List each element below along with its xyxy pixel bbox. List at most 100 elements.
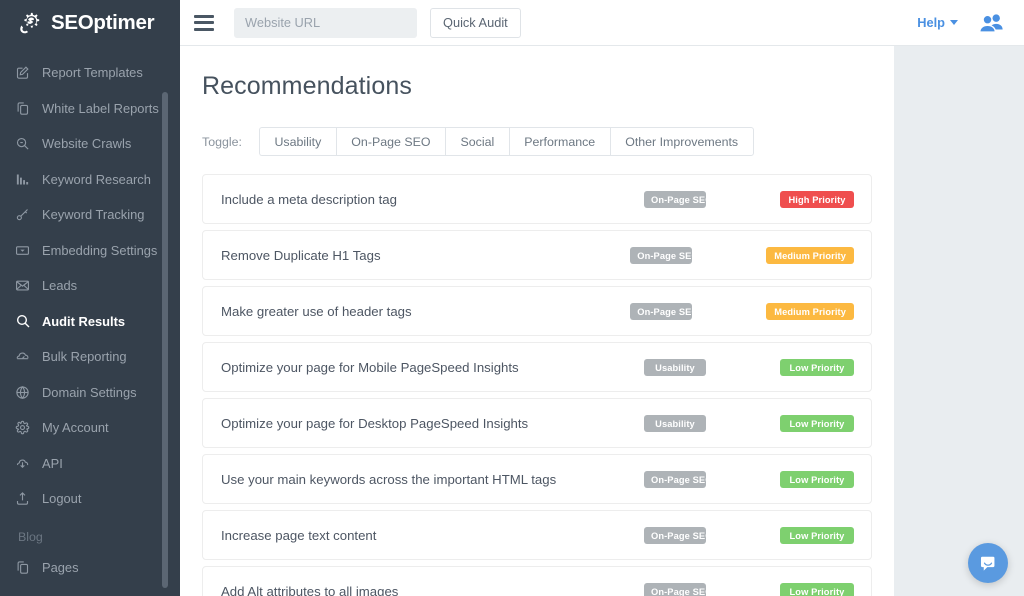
bar-chart-icon xyxy=(14,171,31,188)
table-row[interactable]: Increase page text content On-Page SEO L… xyxy=(202,510,872,560)
envelope-icon xyxy=(14,277,31,294)
toggle-button-group: Usability On-Page SEO Social Performance… xyxy=(259,127,754,156)
sidebar-scrollbar-track[interactable] xyxy=(168,46,174,596)
edit-square-icon xyxy=(14,64,31,81)
sidebar-item-leads[interactable]: Leads xyxy=(0,268,180,304)
status-badge: Low Priority xyxy=(780,583,854,596)
sidebar-item-label: Bulk Reporting xyxy=(42,349,127,364)
sidebar-item-label: Embedding Settings xyxy=(42,243,157,258)
sidebar-item-bulk-reporting[interactable]: Bulk Reporting xyxy=(0,339,180,375)
status-badge: High Priority xyxy=(780,191,854,208)
recommendation-title: Optimize your page for Mobile PageSpeed … xyxy=(221,360,644,375)
sidebar: SEOptimer Report Templates xyxy=(0,0,180,596)
sidebar-item-label: Keyword Research xyxy=(42,172,151,187)
logout-upload-icon xyxy=(14,490,31,507)
recommendations-panel: Recommendations Toggle: Usability On-Pag… xyxy=(180,46,894,596)
sidebar-item-label: Logout xyxy=(42,491,81,506)
sidebar-item-label: API xyxy=(42,456,63,471)
table-row[interactable]: Include a meta description tag On-Page S… xyxy=(202,174,872,224)
toggle-social[interactable]: Social xyxy=(445,127,509,156)
hamburger-icon[interactable] xyxy=(194,12,216,34)
page-title: Recommendations xyxy=(202,72,872,101)
category-badge: On-Page SEO xyxy=(644,527,706,544)
search-circle-icon xyxy=(14,135,31,152)
gear-icon xyxy=(14,419,31,436)
toggle-on-page-seo[interactable]: On-Page SEO xyxy=(336,127,445,156)
top-bar: Quick Audit Help xyxy=(180,0,1024,46)
table-row[interactable]: Optimize your page for Mobile PageSpeed … xyxy=(202,342,872,392)
brand-name: SEOptimer xyxy=(51,13,154,34)
content-gutter xyxy=(894,46,1024,596)
quick-audit-button[interactable]: Quick Audit xyxy=(430,8,521,38)
category-badge: On-Page SEO xyxy=(630,247,692,264)
sidebar-group-blog: Blog xyxy=(0,517,180,550)
table-row[interactable]: Add Alt attributes to all images On-Page… xyxy=(202,566,872,596)
sidebar-item-pages[interactable]: Pages xyxy=(0,550,180,586)
sidebar-item-label: My Account xyxy=(42,420,109,435)
chevron-down-icon xyxy=(950,20,958,25)
copy-pages-icon xyxy=(14,559,31,576)
sidebar-item-logout[interactable]: Logout xyxy=(0,481,180,517)
help-label: Help xyxy=(917,15,945,30)
sidebar-item-embedding-settings[interactable]: Embedding Settings xyxy=(0,233,180,269)
sidebar-item-label: Audit Results xyxy=(42,314,125,329)
main-area: Quick Audit Help Recommenda xyxy=(180,0,1024,596)
sidebar-item-keyword-tracking[interactable]: Keyword Tracking xyxy=(0,197,180,233)
recommendation-title: Optimize your page for Desktop PageSpeed… xyxy=(221,416,644,431)
table-row[interactable]: Use your main keywords across the import… xyxy=(202,454,872,504)
status-badge: Low Priority xyxy=(780,359,854,376)
sidebar-item-domain-settings[interactable]: Domain Settings xyxy=(0,375,180,411)
category-badge: On-Page SEO xyxy=(644,583,706,596)
recommendation-title: Include a meta description tag xyxy=(221,192,644,207)
recommendation-title: Use your main keywords across the import… xyxy=(221,472,644,487)
sidebar-item-website-crawls[interactable]: Website Crawls xyxy=(0,126,180,162)
sidebar-item-my-account[interactable]: My Account xyxy=(0,410,180,446)
toggle-other-improvements[interactable]: Other Improvements xyxy=(610,127,754,156)
sidebar-item-report-templates[interactable]: Report Templates xyxy=(0,55,180,91)
sidebar-item-api[interactable]: API xyxy=(0,446,180,482)
recommendation-title: Make greater use of header tags xyxy=(221,304,630,319)
sidebar-item-white-label-reports[interactable]: White Label Reports xyxy=(0,91,180,127)
sidebar-item-label: Leads xyxy=(42,278,77,293)
copy-pages-icon xyxy=(14,100,31,117)
table-row[interactable]: Remove Duplicate H1 Tags On-Page SEO Med… xyxy=(202,230,872,280)
toggle-label: Toggle: xyxy=(202,135,242,149)
brand-logo[interactable]: SEOptimer xyxy=(0,0,180,46)
recommendation-title: Remove Duplicate H1 Tags xyxy=(221,248,630,263)
key-icon xyxy=(14,206,31,223)
recommendation-title: Increase page text content xyxy=(221,528,644,543)
recommendation-title: Add Alt attributes to all images xyxy=(221,584,644,596)
sidebar-item-keyword-research[interactable]: Keyword Research xyxy=(0,162,180,198)
category-badge: On-Page SEO xyxy=(644,191,706,208)
top-bar-right: Help xyxy=(917,12,1004,34)
search-input[interactable] xyxy=(234,8,417,38)
chat-bubble-icon[interactable] xyxy=(968,543,1008,583)
sidebar-item-label: Keyword Tracking xyxy=(42,207,144,222)
category-badge: Usability xyxy=(644,415,706,432)
sidebar-item-label: Domain Settings xyxy=(42,385,137,400)
globe-icon xyxy=(14,384,31,401)
sidebar-item-label: Pages xyxy=(42,560,79,575)
sidebar-item-label: Report Templates xyxy=(42,65,143,80)
category-badge: On-Page SEO xyxy=(630,303,692,320)
sidebar-scrollbar-thumb[interactable] xyxy=(162,92,168,588)
sidebar-item-audit-results[interactable]: Audit Results xyxy=(0,304,180,340)
help-menu[interactable]: Help xyxy=(917,15,958,30)
status-badge: Medium Priority xyxy=(766,303,854,320)
category-badge: On-Page SEO xyxy=(644,471,706,488)
users-icon[interactable] xyxy=(978,12,1004,34)
category-badge: Usability xyxy=(644,359,706,376)
embed-box-icon xyxy=(14,242,31,259)
sidebar-item-label: Website Crawls xyxy=(42,136,131,151)
toggle-performance[interactable]: Performance xyxy=(509,127,610,156)
cloud-gauge-icon xyxy=(14,348,31,365)
sidebar-nav: Report Templates White Label Reports xyxy=(0,46,180,585)
table-row[interactable]: Optimize your page for Desktop PageSpeed… xyxy=(202,398,872,448)
magnifier-icon xyxy=(14,313,31,330)
toggle-usability[interactable]: Usability xyxy=(259,127,336,156)
status-badge: Low Priority xyxy=(780,471,854,488)
cloud-download-icon xyxy=(14,455,31,472)
status-badge: Low Priority xyxy=(780,527,854,544)
recommendations-list: Include a meta description tag On-Page S… xyxy=(202,174,872,596)
table-row[interactable]: Make greater use of header tags On-Page … xyxy=(202,286,872,336)
